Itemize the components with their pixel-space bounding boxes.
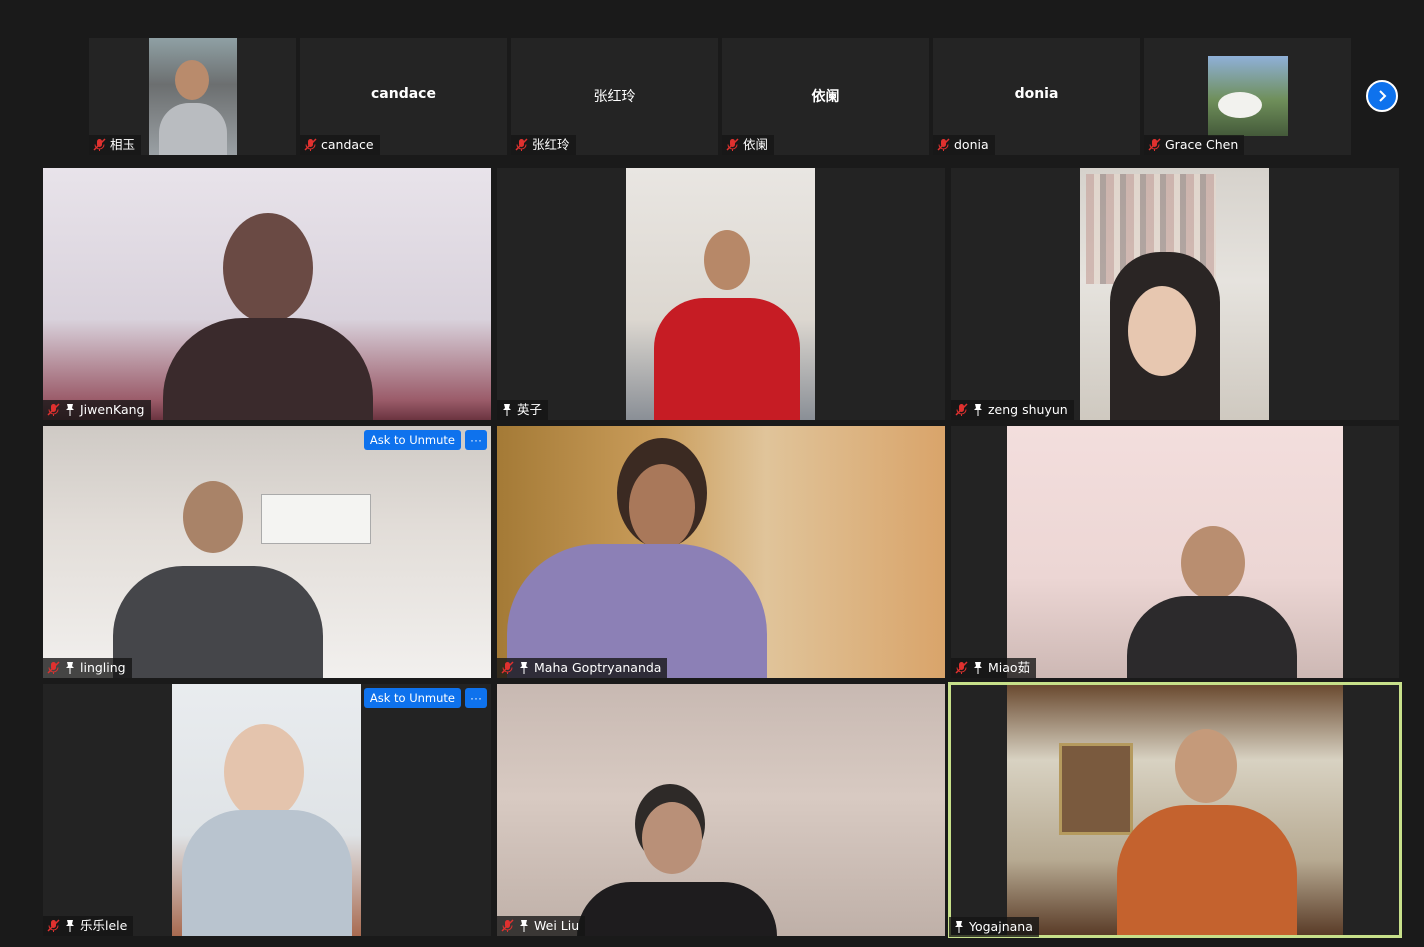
pin-icon	[974, 404, 982, 416]
participant-label: Wei Liu	[497, 916, 586, 936]
participant-display-name: 张红玲	[593, 89, 636, 105]
participant-label: 相玉	[89, 135, 142, 155]
strip-tile-2[interactable]: candace candace	[300, 38, 507, 155]
participant-label: JiwenKang	[43, 400, 151, 420]
participant-label: zeng shuyun	[951, 400, 1074, 420]
participant-name: lingling	[80, 660, 126, 675]
mic-muted-icon	[515, 138, 528, 151]
participant-display-name: candace	[371, 86, 436, 102]
participant-label: 张红玲	[511, 135, 576, 155]
participant-name: 乐乐lele	[80, 918, 128, 933]
mic-muted-icon	[47, 919, 60, 932]
mic-muted-icon	[93, 138, 106, 151]
participant-label: lingling	[43, 658, 132, 678]
participant-name: Miao茹	[988, 660, 1031, 675]
mic-muted-icon	[937, 138, 950, 151]
pin-icon	[520, 920, 528, 932]
mic-muted-icon	[955, 661, 968, 674]
mic-muted-icon	[501, 919, 514, 932]
next-page-button[interactable]	[1366, 80, 1398, 112]
participant-label: Yogajnana	[949, 917, 1039, 937]
participant-name: candace	[321, 137, 374, 152]
video-tile-lingling[interactable]: Ask to Unmute ··· lingling	[43, 426, 491, 678]
participant-name: donia	[954, 137, 989, 152]
video-tile-wei-liu[interactable]: Wei Liu	[497, 684, 945, 936]
mic-muted-icon	[501, 661, 514, 674]
mic-muted-icon	[47, 661, 60, 674]
mic-muted-icon	[47, 403, 60, 416]
participant-name: Grace Chen	[1165, 137, 1239, 152]
participant-video	[43, 168, 491, 420]
participant-name: 张红玲	[532, 137, 570, 152]
participant-name: Wei Liu	[534, 918, 580, 933]
participant-label: donia	[933, 135, 995, 155]
participant-video	[1007, 685, 1343, 935]
more-options-button[interactable]: ···	[465, 430, 487, 450]
strip-tile-4[interactable]: 依阑 依阑	[722, 38, 929, 155]
participant-name: 相玉	[110, 137, 136, 152]
participant-label: 英子	[497, 400, 549, 420]
participant-video	[1007, 426, 1343, 678]
participant-video	[626, 168, 815, 420]
participant-label: Grace Chen	[1144, 135, 1245, 155]
participant-avatar-image	[1208, 56, 1288, 136]
pin-icon	[66, 920, 74, 932]
participant-name: JiwenKang	[80, 402, 145, 417]
participant-video	[497, 684, 945, 936]
participant-display-name: 依阑	[811, 89, 840, 105]
pin-icon	[503, 404, 511, 416]
participant-label: 乐乐lele	[43, 916, 134, 936]
video-tile-yogajnana[interactable]: Yogajnana	[948, 682, 1402, 938]
mic-muted-icon	[1148, 138, 1161, 151]
participant-name: zeng shuyun	[988, 402, 1068, 417]
ask-to-unmute-button[interactable]: Ask to Unmute	[363, 688, 461, 708]
participant-name: Maha Goptryananda	[534, 660, 662, 675]
more-options-button[interactable]: ···	[465, 688, 487, 708]
video-tile-yingzi[interactable]: 英子	[497, 168, 945, 420]
mic-muted-icon	[304, 138, 317, 151]
participant-label: 依阑	[722, 135, 775, 155]
strip-tile-5[interactable]: donia donia	[933, 38, 1140, 155]
pin-icon	[520, 662, 528, 674]
video-tile-miao[interactable]: Miao茹	[951, 426, 1399, 678]
mic-muted-icon	[955, 403, 968, 416]
participant-name: 英子	[517, 402, 543, 417]
strip-tile-3[interactable]: 张红玲 张红玲	[511, 38, 718, 155]
participant-display-name: donia	[1014, 86, 1059, 102]
participant-video	[497, 426, 945, 678]
strip-tile-1[interactable]: 相玉	[89, 38, 296, 155]
pin-icon	[974, 662, 982, 674]
video-tile-jiwenkang[interactable]: JiwenKang	[43, 168, 491, 420]
participant-name: 依阑	[743, 137, 769, 152]
participant-label: candace	[300, 135, 380, 155]
participant-video	[172, 684, 361, 936]
participant-label: Maha Goptryananda	[497, 658, 668, 678]
participant-photo	[149, 38, 237, 155]
pin-icon	[66, 662, 74, 674]
pin-icon	[66, 404, 74, 416]
participant-video	[43, 426, 491, 678]
chevron-right-icon	[1379, 90, 1387, 102]
video-tile-maha-goptryananda[interactable]: Maha Goptryananda	[497, 426, 945, 678]
participant-video	[1080, 168, 1269, 420]
video-tile-zeng-shuyun[interactable]: zeng shuyun	[951, 168, 1399, 420]
participant-label: Miao茹	[951, 658, 1037, 678]
mic-muted-icon	[726, 138, 739, 151]
video-tile-lele[interactable]: Ask to Unmute ··· 乐乐lele	[43, 684, 491, 936]
ask-to-unmute-button[interactable]: Ask to Unmute	[363, 430, 461, 450]
strip-tile-6[interactable]: Grace Chen	[1144, 38, 1351, 155]
pin-icon	[955, 921, 963, 933]
participant-name: Yogajnana	[969, 919, 1033, 934]
